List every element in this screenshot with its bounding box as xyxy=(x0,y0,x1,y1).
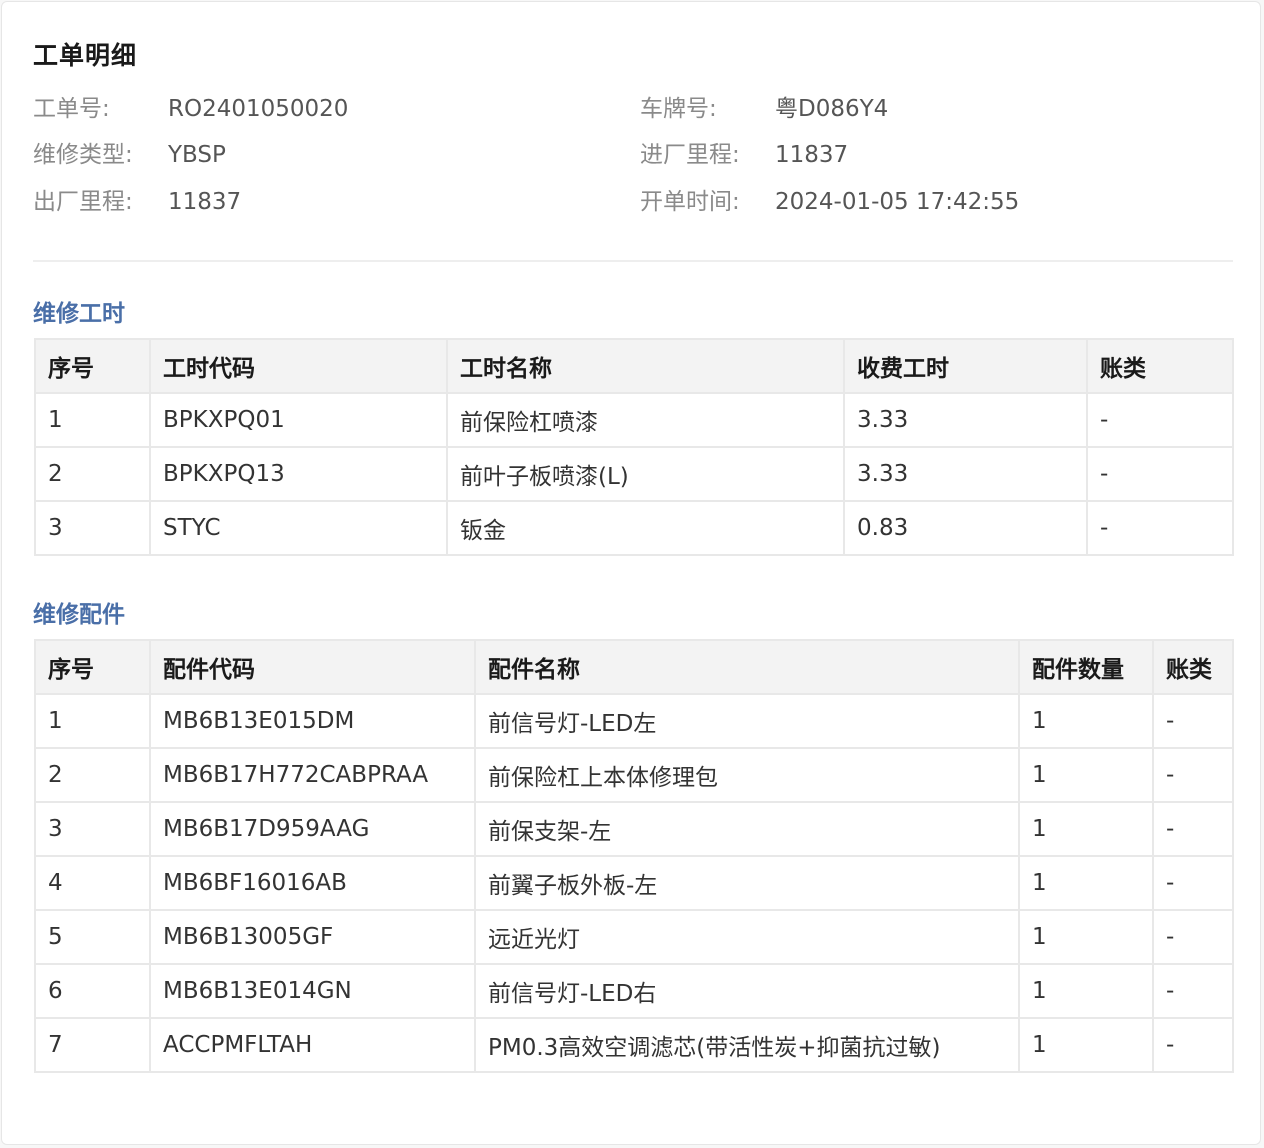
cell-labor-name: 钣金 xyxy=(446,500,845,556)
cell-account-type: - xyxy=(1152,801,1234,857)
cell-part-quantity: 1 xyxy=(1018,909,1154,965)
table-row: 6 MB6B13E014GN 前信号灯-LED右 1 - xyxy=(34,963,1234,1019)
cell-index: 6 xyxy=(34,963,151,1019)
cell-index: 4 xyxy=(34,855,151,911)
labor-table: 序号 工时代码 工时名称 收费工时 账类 1 BPKXPQ01 前保险杠喷漆 3… xyxy=(34,338,1234,556)
divider xyxy=(33,260,1233,262)
cell-part-quantity: 1 xyxy=(1018,855,1154,911)
cell-part-code: MB6BF16016AB xyxy=(149,855,476,911)
order-no-value: RO2401050020 xyxy=(168,96,349,122)
cell-part-quantity: 1 xyxy=(1018,963,1154,1019)
cell-account-type: - xyxy=(1152,963,1234,1019)
repair-type-label: 维修类型: xyxy=(33,142,133,168)
in-mileage-row: 进厂里程: 11837 xyxy=(640,139,1200,171)
table-row: 2 BPKXPQ13 前叶子板喷漆(L) 3.33 - xyxy=(34,446,1234,502)
out-mileage-label: 出厂里程: xyxy=(33,189,133,215)
header-part-quantity: 配件数量 xyxy=(1018,639,1154,695)
open-time-value: 2024-01-05 17:42:55 xyxy=(775,189,1020,215)
cell-part-quantity: 1 xyxy=(1018,693,1154,749)
cell-charged-hours: 3.33 xyxy=(843,446,1088,502)
table-row: 7 ACCPMFLTAH PM0.3高效空调滤芯(带活性炭+抑菌抗过敏) 1 - xyxy=(34,1017,1234,1073)
cell-part-code: MB6B13E014GN xyxy=(149,963,476,1019)
plate-label: 车牌号: xyxy=(640,96,717,122)
out-mileage-row: 出厂里程: 11837 xyxy=(33,186,593,218)
cell-index: 1 xyxy=(34,693,151,749)
cell-index: 3 xyxy=(34,801,151,857)
cell-labor-name: 前保险杠喷漆 xyxy=(446,392,845,448)
order-no-row: 工单号: RO2401050020 xyxy=(33,93,593,125)
cell-charged-hours: 0.83 xyxy=(843,500,1088,556)
cell-part-code: MB6B13005GF xyxy=(149,909,476,965)
header-account-type: 账类 xyxy=(1086,338,1234,394)
work-order-card: 工单明细 工单号: RO2401050020 车牌号: 粤D086Y4 维修类型… xyxy=(1,1,1261,1145)
in-mileage-label: 进厂里程: xyxy=(640,142,740,168)
table-row: 3 MB6B17D959AAG 前保支架-左 1 - xyxy=(34,801,1234,857)
cell-labor-code: STYC xyxy=(149,500,448,556)
cell-account-type: - xyxy=(1152,909,1234,965)
parts-section-title: 维修配件 xyxy=(33,602,125,628)
cell-account-type: - xyxy=(1152,1017,1234,1073)
plate-row: 车牌号: 粤D086Y4 xyxy=(640,93,1200,125)
table-header-row: 序号 配件代码 配件名称 配件数量 账类 xyxy=(34,639,1234,695)
page-title: 工单明细 xyxy=(33,41,138,70)
header-labor-name: 工时名称 xyxy=(446,338,845,394)
plate-value: 粤D086Y4 xyxy=(775,96,889,122)
cell-part-code: ACCPMFLTAH xyxy=(149,1017,476,1073)
cell-part-name: 前信号灯-LED右 xyxy=(474,963,1020,1019)
out-mileage-value: 11837 xyxy=(168,189,242,215)
cell-account-type: - xyxy=(1152,855,1234,911)
table-row: 5 MB6B13005GF 远近光灯 1 - xyxy=(34,909,1234,965)
header-labor-code: 工时代码 xyxy=(149,338,448,394)
repair-type-value: YBSP xyxy=(168,142,226,168)
table-header-row: 序号 工时代码 工时名称 收费工时 账类 xyxy=(34,338,1234,394)
table-row: 1 BPKXPQ01 前保险杠喷漆 3.33 - xyxy=(34,392,1234,448)
labor-section-title: 维修工时 xyxy=(33,301,125,327)
cell-part-name: 前保支架-左 xyxy=(474,801,1020,857)
table-row: 4 MB6BF16016AB 前翼子板外板-左 1 - xyxy=(34,855,1234,911)
cell-labor-code: BPKXPQ13 xyxy=(149,446,448,502)
cell-index: 1 xyxy=(34,392,151,448)
table-row: 1 MB6B13E015DM 前信号灯-LED左 1 - xyxy=(34,693,1234,749)
cell-charged-hours: 3.33 xyxy=(843,392,1088,448)
cell-part-code: MB6B13E015DM xyxy=(149,693,476,749)
header-part-name: 配件名称 xyxy=(474,639,1020,695)
cell-part-name: 前信号灯-LED左 xyxy=(474,693,1020,749)
header-account-type: 账类 xyxy=(1152,639,1234,695)
cell-part-quantity: 1 xyxy=(1018,801,1154,857)
header-part-code: 配件代码 xyxy=(149,639,476,695)
open-time-label: 开单时间: xyxy=(640,189,740,215)
cell-part-quantity: 1 xyxy=(1018,747,1154,803)
cell-part-name: 前保险杠上本体修理包 xyxy=(474,747,1020,803)
repair-type-row: 维修类型: YBSP xyxy=(33,139,593,171)
cell-labor-name: 前叶子板喷漆(L) xyxy=(446,446,845,502)
cell-account-type: - xyxy=(1086,446,1234,502)
table-row: 3 STYC 钣金 0.83 - xyxy=(34,500,1234,556)
cell-account-type: - xyxy=(1152,693,1234,749)
cell-index: 2 xyxy=(34,747,151,803)
order-no-label: 工单号: xyxy=(33,96,110,122)
header-index: 序号 xyxy=(34,338,151,394)
table-row: 2 MB6B17H772CABPRAA 前保险杠上本体修理包 1 - xyxy=(34,747,1234,803)
cell-part-code: MB6B17D959AAG xyxy=(149,801,476,857)
cell-part-quantity: 1 xyxy=(1018,1017,1154,1073)
cell-part-name: PM0.3高效空调滤芯(带活性炭+抑菌抗过敏) xyxy=(474,1017,1020,1073)
cell-index: 7 xyxy=(34,1017,151,1073)
parts-table: 序号 配件代码 配件名称 配件数量 账类 1 MB6B13E015DM 前信号灯… xyxy=(34,639,1234,1073)
cell-index: 5 xyxy=(34,909,151,965)
cell-account-type: - xyxy=(1086,392,1234,448)
cell-part-name: 前翼子板外板-左 xyxy=(474,855,1020,911)
cell-account-type: - xyxy=(1086,500,1234,556)
open-time-row: 开单时间: 2024-01-05 17:42:55 xyxy=(640,186,1200,218)
cell-index: 2 xyxy=(34,446,151,502)
in-mileage-value: 11837 xyxy=(775,142,849,168)
cell-labor-code: BPKXPQ01 xyxy=(149,392,448,448)
cell-part-name: 远近光灯 xyxy=(474,909,1020,965)
cell-account-type: - xyxy=(1152,747,1234,803)
header-index: 序号 xyxy=(34,639,151,695)
header-charged-hours: 收费工时 xyxy=(843,338,1088,394)
cell-index: 3 xyxy=(34,500,151,556)
cell-part-code: MB6B17H772CABPRAA xyxy=(149,747,476,803)
